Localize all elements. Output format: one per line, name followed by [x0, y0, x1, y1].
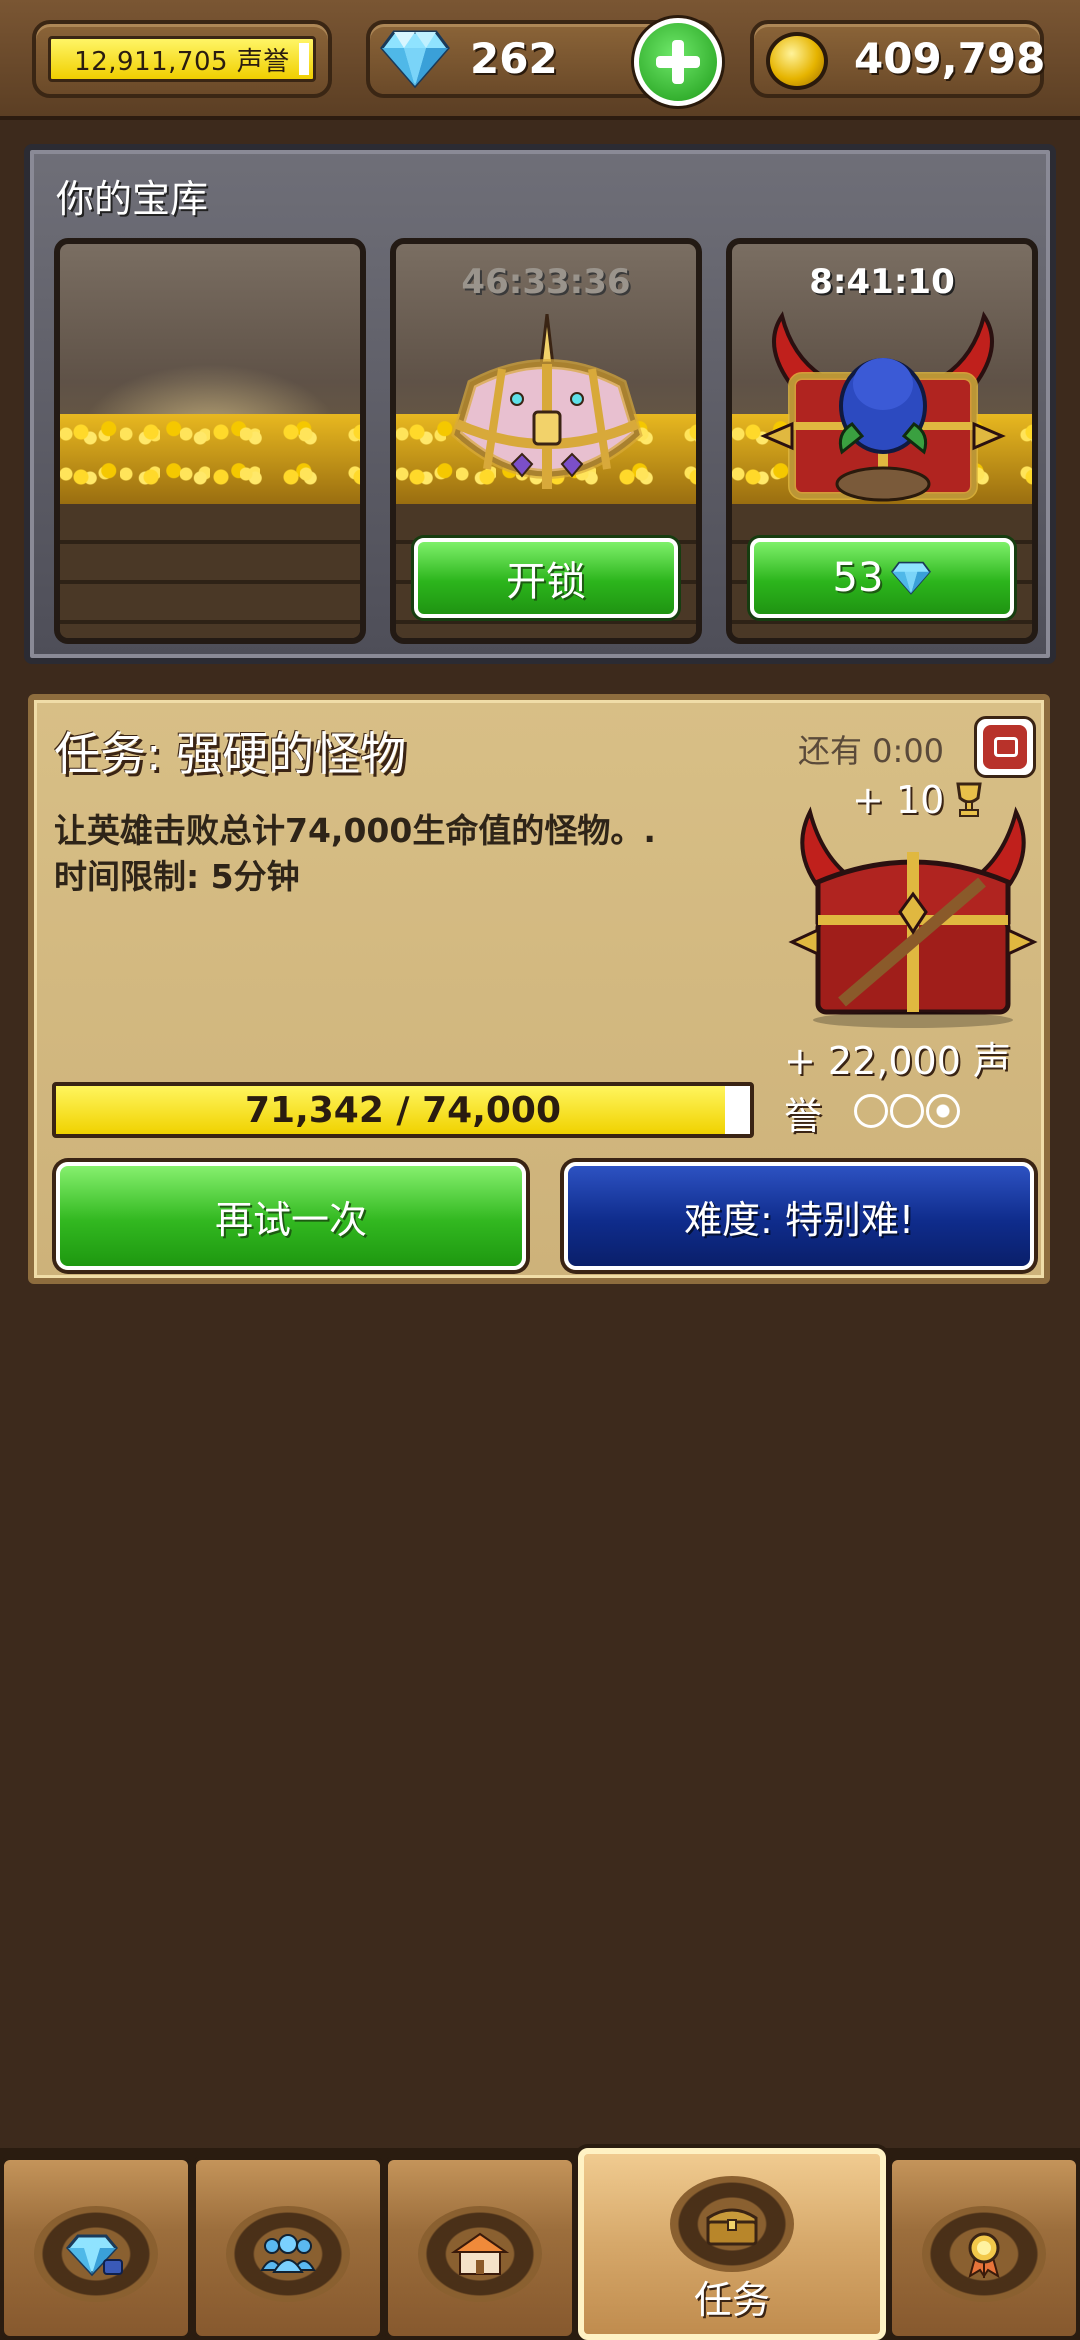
chest-timer: 8:41:10 [809, 262, 955, 302]
vault-slot-demon-chest[interactable]: 8:41:10 53 [726, 238, 1038, 644]
difficulty-star [854, 1094, 888, 1128]
unlock-label: 开锁 [506, 559, 586, 605]
retry-label: 再试一次 [214, 1197, 367, 1242]
gold-coin-icon [766, 32, 828, 90]
difficulty-button[interactable]: 难度: 特别难! [564, 1162, 1034, 1270]
quest-title: 任务: 强硬的怪物 [54, 727, 407, 781]
difficulty-label: 难度: 特别难! [683, 1197, 915, 1242]
quest-description: 让英雄击败总计74,000生命值的怪物。. 时间限制: 5分钟 [54, 808, 754, 900]
gem-counter: 262 [366, 18, 722, 106]
nav-tab-achievements[interactable] [888, 2156, 1080, 2340]
difficulty-stars [854, 1094, 960, 1128]
scroll-icon [994, 737, 1018, 757]
fame-counter[interactable]: 12,911,705 声誉 [32, 20, 332, 98]
diamond-icon [891, 561, 932, 595]
progress-text: 71,342 / 74,000 [244, 1089, 562, 1131]
chest-gem-price: 53 [832, 555, 884, 601]
nav-tab-town[interactable] [384, 2156, 576, 2340]
gem-shop-icon [66, 2234, 123, 2277]
town-icon [450, 2232, 510, 2275]
difficulty-star [890, 1094, 924, 1128]
chest-timer: 46:33:36 [461, 262, 631, 302]
unicorn-chest-icon [451, 314, 643, 489]
unlock-button[interactable]: 开锁 [414, 538, 678, 618]
demon-chest-icon [760, 311, 1006, 502]
gold-counter: 409,798 [750, 20, 1046, 98]
gem-value: 262 [470, 34, 558, 83]
nav-tab-quests[interactable]: 任务 [578, 2148, 886, 2340]
bottom-nav: 任务 [0, 2148, 1080, 2340]
gold-pile [60, 414, 360, 504]
quest-remaining-time: 还有 0:00 [798, 732, 945, 770]
nav-tab-gem-shop[interactable] [0, 2156, 192, 2340]
reward-chest-icon [788, 806, 1038, 1028]
difficulty-star [926, 1094, 960, 1128]
nav-tab-heroes[interactable] [192, 2156, 384, 2340]
vault-slot-empty [54, 238, 366, 644]
fame-bar: 12,911,705 声誉 [48, 36, 316, 82]
vault-panel: 你的宝库 46:33:36 开锁 8:41:10 53 [24, 144, 1056, 664]
nav-label-quests: 任务 [693, 2278, 770, 2322]
medal-icon [968, 2232, 1000, 2278]
quest-log-button[interactable] [974, 716, 1036, 778]
top-bar: 12,911,705 声誉 262 409,798 [0, 0, 1080, 120]
quest-panel: 任务: 强硬的怪物 还有 0:00 让英雄击败总计74,000生命值的怪物。. … [28, 694, 1050, 1284]
diamond-icon [380, 30, 450, 89]
chest-icon [706, 2208, 758, 2246]
quest-time-limit: 时间限制: 5分钟 [54, 857, 300, 896]
add-gems-button[interactable] [634, 18, 722, 106]
heroes-icon [260, 2234, 316, 2273]
vault-title: 你的宝库 [56, 177, 209, 221]
quest-objective: 让英雄击败总计74,000生命值的怪物。. [54, 811, 656, 850]
gold-value: 409,798 [854, 34, 1046, 83]
quest-progress-bar: 71,342 / 74,000 [52, 1082, 754, 1138]
vault-slot-unicorn-chest[interactable]: 46:33:36 开锁 [390, 238, 702, 644]
fame-value: 12,911,705 声誉 [74, 46, 290, 77]
buy-chest-button[interactable]: 53 [750, 538, 1014, 618]
retry-button[interactable]: 再试一次 [56, 1162, 526, 1270]
